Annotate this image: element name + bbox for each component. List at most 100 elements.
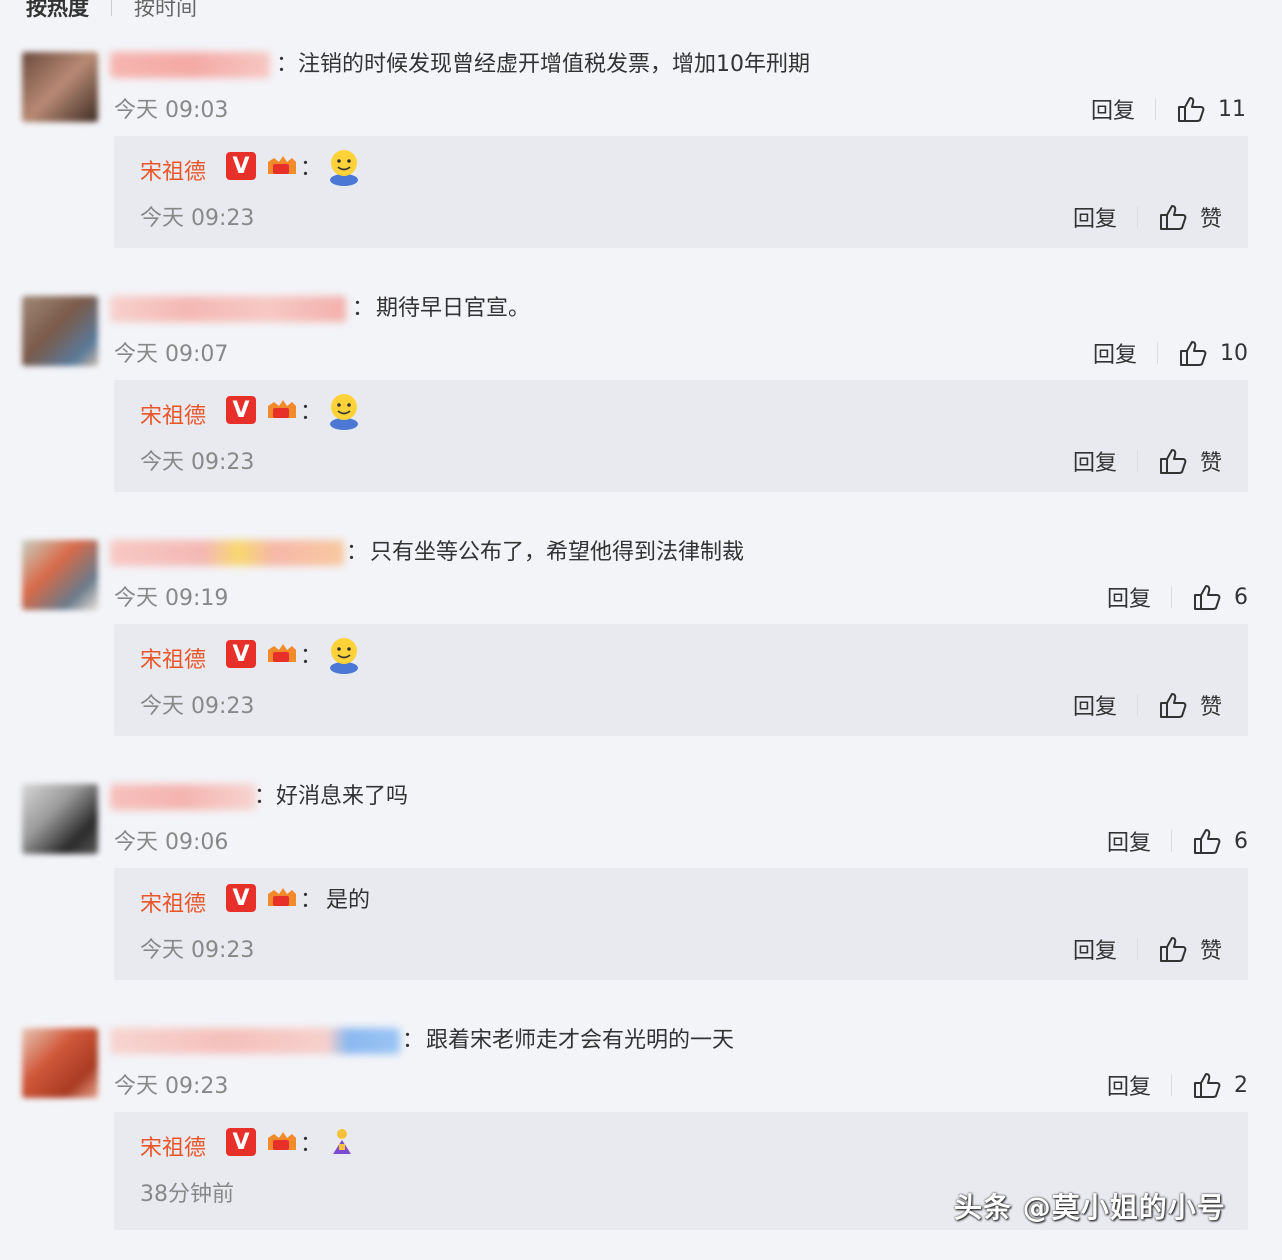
comment-actions: 回复 2 [1107,1069,1248,1101]
face-emoji-icon [330,150,358,186]
comment-item: ： 注销的时候发现曾经虚开增值税发票，增加10年刑期 今天 09:03 回复 1… [0,44,1282,284]
like-count: 6 [1234,584,1248,610]
like-count: 2 [1234,1072,1248,1098]
avatar[interactable] [22,784,98,854]
reply-button[interactable]: 回复 [1091,93,1135,125]
reply-username[interactable]: 宋祖德 [140,1130,206,1162]
divider [1155,98,1156,120]
verified-v-icon: V [226,640,256,668]
reply-time: 38分钟前 [140,1182,234,1207]
tab-divider [111,0,112,16]
like-count: 11 [1218,96,1246,122]
reply-time: 今天 09:23 [140,938,255,963]
reply-box: 宋祖德 V ： 今天 09:23 回复 赞 [114,380,1248,492]
reply-button[interactable]: 回复 [1107,581,1151,613]
divider [1171,830,1172,852]
colon: ： [300,1132,323,1157]
reply-time: 今天 09:23 [140,206,255,231]
tab-hot[interactable]: 按热度 [26,0,89,22]
comment-actions: 回复 11 [1091,93,1246,125]
sort-tabs: 按热度 按时间 [26,0,197,22]
reply-time: 今天 09:23 [140,694,255,719]
reply-box: 宋祖德 V ： 是的 今天 09:23 回复 赞 [114,868,1248,980]
verified-v-icon: V [226,884,256,912]
divider [1136,938,1138,960]
reply-actions: 回复 赞 [1073,690,1222,720]
verified-v-icon: V [226,152,256,180]
colon: ： [300,888,323,913]
like-button[interactable]: 6 [1192,827,1248,855]
divider [1136,694,1138,716]
divider [1157,342,1158,364]
thumbs-up-icon [1194,585,1221,610]
username-blurred[interactable] [110,540,344,566]
reply-button[interactable]: 回复 [1073,933,1117,965]
thumbs-up-icon [1159,693,1187,718]
fan-badge-icon [268,888,296,906]
colon: ： [352,296,375,321]
like-button[interactable]: 2 [1192,1071,1248,1099]
comment-text: 只有坐等公布了，希望他得到法律制裁 [370,540,745,565]
watermark-text: 头条 @莫小姐的小号 [954,1191,1226,1224]
avatar[interactable] [22,52,98,122]
thumbs-up-icon [1180,341,1207,366]
comment-time: 今天 09:19 [114,586,229,611]
username-blurred[interactable] [110,784,256,810]
reply-username[interactable]: 宋祖德 [140,642,206,674]
like-label: 赞 [1199,695,1222,720]
reply-button[interactable]: 回复 [1107,825,1151,857]
like-label: 赞 [1199,939,1222,964]
colon: ： [276,52,299,77]
fan-badge-icon [268,1132,296,1150]
reply-button[interactable]: 回复 [1107,1069,1151,1101]
thumbs-up-icon [1159,449,1187,474]
reply-button[interactable]: 回复 [1073,689,1117,721]
like-label: 赞 [1199,451,1222,476]
like-button[interactable]: 10 [1178,339,1248,367]
face-emoji-icon [330,638,358,674]
reply-actions: 回复 赞 [1073,202,1222,232]
avatar[interactable] [22,540,98,610]
username-blurred[interactable] [110,1028,400,1054]
colon: ： [300,156,323,181]
comment-text: 跟着宋老师走才会有光明的一天 [426,1028,735,1053]
divider [1136,206,1138,228]
reply-button[interactable]: 回复 [1093,337,1137,369]
username-blurred[interactable] [110,296,346,322]
like-count: 6 [1234,828,1248,854]
thumbs-up-icon [1194,829,1221,854]
thumbs-up-icon [1159,937,1187,962]
reply-time: 今天 09:23 [140,450,255,475]
comment-time: 今天 09:07 [114,342,229,367]
thumbs-up-icon [1159,205,1187,230]
reply-text: 是的 [326,888,371,913]
verified-v-icon: V [226,1128,256,1156]
reply-box: 宋祖德 V ： 今天 09:23 回复 赞 [114,624,1248,736]
reply-button[interactable]: 回复 [1073,445,1117,477]
like-button[interactable]: 赞 [1158,445,1222,477]
username-blurred[interactable] [110,52,270,78]
like-button[interactable]: 赞 [1158,689,1222,721]
reply-username[interactable]: 宋祖德 [140,886,206,918]
reply-box: 宋祖德 V ： 今天 09:23 回复 赞 [114,136,1248,248]
fan-badge-icon [268,400,296,418]
colon: ： [300,644,323,669]
comment-text: 期待早日官宣。 [376,296,531,321]
like-button[interactable]: 11 [1176,95,1246,123]
comment-text: 好消息来了吗 [276,784,409,809]
like-button[interactable]: 6 [1192,583,1248,611]
avatar[interactable] [22,296,98,366]
comment-text: 注销的时候发现曾经虚开增值税发票，增加10年刑期 [298,52,810,77]
fan-badge-icon [268,644,296,662]
comment-item: ： 期待早日官宣。 今天 09:07 回复 10 宋祖德 V ： 今天 09:2… [0,288,1282,528]
like-button[interactable]: 赞 [1158,933,1222,965]
tab-time[interactable]: 按时间 [134,0,197,22]
face-emoji-icon [330,394,358,430]
avatar[interactable] [22,1028,98,1098]
reply-username[interactable]: 宋祖德 [140,154,206,186]
reply-button[interactable]: 回复 [1073,201,1117,233]
reply-actions: 回复 赞 [1073,934,1222,964]
reply-username[interactable]: 宋祖德 [140,398,206,430]
colon: ： [346,540,369,565]
like-button[interactable]: 赞 [1158,201,1222,233]
